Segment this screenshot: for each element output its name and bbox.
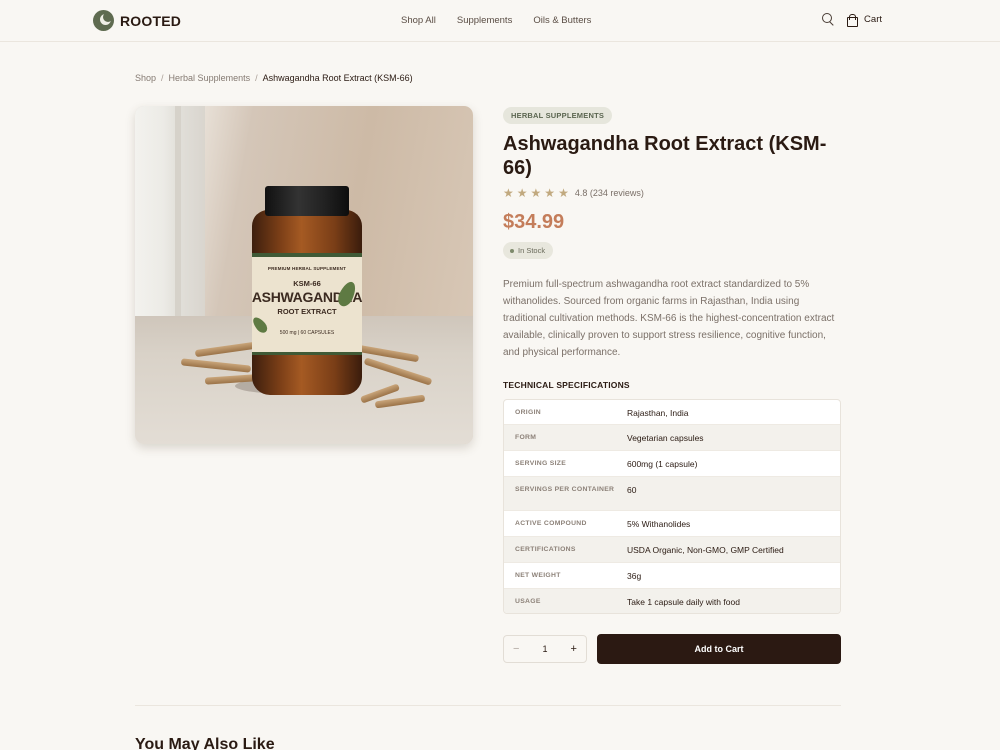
nav-supplements[interactable]: Supplements <box>457 15 512 26</box>
spec-value: Rajasthan, India <box>627 408 689 418</box>
spec-value: 5% Withanolides <box>627 519 691 529</box>
spec-row-servings-per-container: SERVINGS PER CONTAINER 60 <box>504 477 840 511</box>
breadcrumb-shop[interactable]: Shop <box>135 73 156 83</box>
jar-label-sub: ROOT EXTRACT <box>277 307 337 316</box>
product-price: $34.99 <box>503 211 565 233</box>
background-window <box>135 106 205 316</box>
jar-label-ksm: KSM-66 <box>293 279 321 288</box>
spec-value: 600mg (1 capsule) <box>627 459 698 469</box>
product-title: Ashwagandha Root Extract (KSM-66) <box>503 133 827 179</box>
breadcrumb-current: Ashwagandha Root Extract (KSM-66) <box>262 73 413 83</box>
spec-key: CERTIFICATIONS <box>515 546 576 553</box>
jar-label-top: PREMIUM HERBAL SUPPLEMENT <box>267 266 347 271</box>
spec-key: NET WEIGHT <box>515 572 561 579</box>
spec-value: Take 1 capsule daily with food <box>627 597 740 607</box>
jar-lid <box>265 186 349 216</box>
spec-key: ACTIVE COMPOUND <box>515 520 587 527</box>
breadcrumb-herbal-supplements[interactable]: Herbal Supplements <box>169 73 251 83</box>
product-rating[interactable]: ★ ★ ★ ★ ★ 4.8 (234 reviews) <box>503 187 644 199</box>
spec-row-form: FORM Vegetarian capsules <box>504 425 840 451</box>
status-dot-icon <box>510 248 514 253</box>
star-icon: ★ <box>544 186 556 200</box>
jar-label-dose: 500 mg | 60 CAPSULES <box>279 330 335 336</box>
stock-status: In Stock <box>518 246 546 255</box>
breadcrumb-separator: / <box>255 73 258 83</box>
nav-shop-all[interactable]: Shop All <box>401 15 436 26</box>
spec-key: FORM <box>515 434 537 441</box>
quantity-value[interactable]: 1 <box>542 644 547 654</box>
header-actions: Cart <box>822 13 882 27</box>
search-icon[interactable] <box>822 13 835 26</box>
background-window-bar <box>175 106 181 316</box>
main-nav: Shop All Supplements Oils & Butters <box>401 15 591 26</box>
spec-row-usage: USAGE Take 1 capsule daily with food <box>504 589 840 613</box>
cart-button[interactable]: Cart <box>847 14 882 27</box>
add-to-cart-button[interactable]: Add to Cart <box>597 634 841 664</box>
product-image: PREMIUM HERBAL SUPPLEMENT KSM-66 ASHWAGA… <box>135 106 473 444</box>
spec-value: 36g <box>627 571 642 581</box>
star-icon: ★ <box>503 186 514 200</box>
spec-row-certifications: CERTIFICATIONS USDA Organic, Non-GMO, GM… <box>504 537 840 563</box>
spec-row-serving-size: SERVING SIZE 600mg (1 capsule) <box>504 451 840 477</box>
spec-value: 60 <box>627 485 637 495</box>
spec-key: SERVINGS PER CONTAINER <box>515 486 615 493</box>
spec-row-origin: ORIGIN Rajasthan, India <box>504 400 840 425</box>
spec-row-net-weight: NET WEIGHT 36g <box>504 563 840 589</box>
quantity-increase-button[interactable]: + <box>571 643 577 655</box>
brand-name: ROOTED <box>120 12 182 29</box>
shopping-bag-icon <box>847 14 859 27</box>
category-badge: HERBAL SUPPLEMENTS <box>503 107 613 124</box>
spec-key: SERVING SIZE <box>515 460 567 467</box>
site-header: ROOTED Shop All Supplements Oils & Butte… <box>0 0 1000 42</box>
star-icon: ★ <box>516 186 528 200</box>
breadcrumb: Shop / Herbal Supplements / Ashwagandha … <box>135 73 413 83</box>
cart-label: Cart <box>864 14 882 25</box>
related-products-title: You May Also Like <box>135 736 275 750</box>
quantity-stepper: − 1 + <box>503 635 587 663</box>
spec-key: USAGE <box>515 598 541 605</box>
logo-icon <box>93 10 114 31</box>
star-icon: ★ <box>530 186 542 200</box>
quantity-decrease-button[interactable]: − <box>513 643 519 655</box>
spec-key: ORIGIN <box>515 409 541 416</box>
star-icon: ★ <box>558 186 569 200</box>
stock-badge: In Stock <box>503 242 554 259</box>
specs-table: ORIGIN Rajasthan, India FORM Vegetarian … <box>503 399 841 614</box>
spec-row-active-compound: ACTIVE COMPOUND 5% Withanolides <box>504 511 840 537</box>
section-divider <box>135 705 841 706</box>
breadcrumb-separator: / <box>161 73 164 83</box>
spec-value: Vegetarian capsules <box>627 433 704 443</box>
spec-value: USDA Organic, Non-GMO, GMP Certified <box>627 545 784 555</box>
specs-heading: TECHNICAL SPECIFICATIONS <box>503 380 630 390</box>
nav-oils-butters[interactable]: Oils & Butters <box>533 15 591 26</box>
product-description: Premium full-spectrum ashwagandha root e… <box>503 279 835 358</box>
rating-text: 4.8 (234 reviews) <box>574 188 644 198</box>
brand-logo[interactable]: ROOTED <box>93 10 181 31</box>
